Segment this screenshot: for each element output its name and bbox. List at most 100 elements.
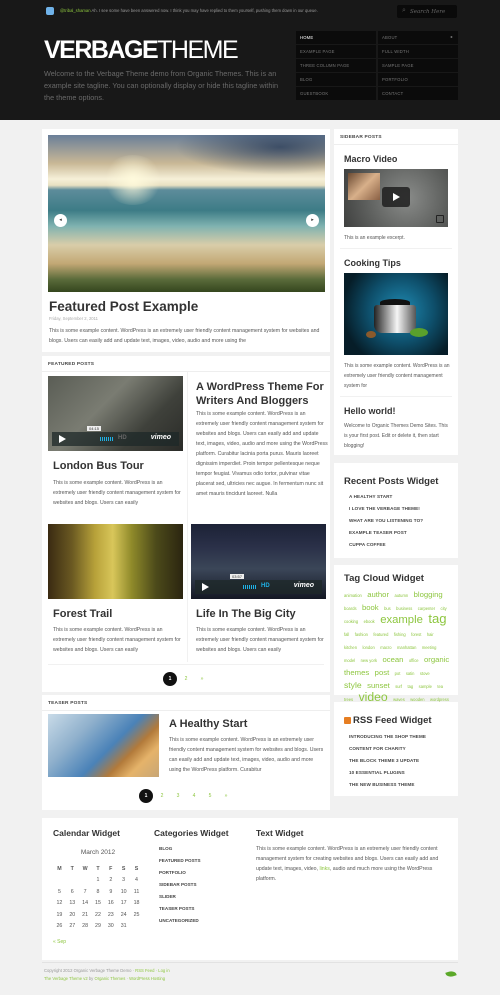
tweet-handle-link[interactable]: @tribal_shaman (60, 8, 91, 13)
post-thumbnail[interactable] (344, 273, 448, 355)
slider-next-button[interactable]: ▸ (306, 214, 319, 227)
video-thumbnail[interactable] (344, 169, 448, 227)
tag-link[interactable]: office (409, 658, 419, 663)
play-icon[interactable] (59, 435, 66, 443)
rss-item-link[interactable]: THE BLOCK THEME 3 UPDATE (349, 758, 426, 770)
tag-link[interactable]: blogging (414, 590, 443, 599)
tag-link[interactable]: bus (384, 606, 391, 611)
page-link[interactable]: 4 (187, 789, 201, 803)
next-page-link[interactable]: » (195, 672, 209, 686)
category-link[interactable]: FEATURED POSTS (159, 858, 201, 870)
tag-link[interactable]: author (367, 590, 389, 599)
tag-link[interactable]: ocean (382, 655, 403, 664)
tag-link[interactable]: ebook (364, 619, 375, 624)
recent-post-link[interactable]: I LOVE THE VERBAGE THEME! (349, 506, 423, 518)
tag-link[interactable]: hair (427, 632, 434, 637)
tag-link[interactable]: fishing (394, 632, 406, 637)
rss-item-link[interactable]: INTRODUCING THE SHOP THEME (349, 734, 426, 746)
wordpress-hosting-link[interactable]: WordPress Hosting (129, 976, 165, 981)
recent-post-link[interactable]: EXAMPLE TEASER POST (349, 530, 423, 542)
rss-icon[interactable] (344, 717, 351, 724)
nav-item-about[interactable]: ABOUT ▸ (378, 31, 458, 44)
category-link[interactable]: TEASER POSTS (159, 906, 201, 918)
tag-link[interactable]: featured (373, 632, 388, 637)
sidebar-post-title[interactable]: Cooking Tips (344, 258, 401, 268)
hd-toggle[interactable]: HD (261, 583, 270, 589)
video-thumbnail[interactable]: 04:15 HD vimeo (48, 376, 183, 451)
post-title[interactable]: A WordPress Theme For Writers And Blogge… (196, 380, 331, 408)
organic-themes-link[interactable]: Organic Themes (94, 976, 125, 981)
tag-link[interactable]: organic (424, 655, 449, 664)
video-progress[interactable] (243, 585, 257, 589)
nav-item-three-column-page[interactable]: THREE COLUMN PAGE (296, 59, 376, 72)
tag-link[interactable]: fashion (355, 632, 368, 637)
next-page-link[interactable]: » (219, 789, 233, 803)
post-title[interactable]: Life In The Big City (196, 608, 296, 620)
tag-link[interactable]: business (396, 606, 412, 611)
post-title[interactable]: London Bus Tour (53, 460, 144, 472)
tag-link[interactable]: meeting (422, 645, 437, 650)
page-link[interactable]: 2 (179, 672, 193, 686)
tag-link[interactable]: model (344, 658, 355, 663)
tag-link[interactable]: style (344, 680, 362, 690)
tag-link[interactable]: kitchen (344, 645, 357, 650)
category-link[interactable]: UNCATEGORIZED (159, 918, 201, 930)
teaser-title[interactable]: A Healthy Start (169, 718, 247, 730)
tag-link[interactable]: satin (406, 671, 415, 676)
tag-link[interactable]: tea (437, 684, 443, 689)
slider-prev-button[interactable]: ◂ (54, 214, 67, 227)
calendar-prev-link[interactable]: « Sep (53, 939, 66, 945)
video-progress[interactable] (100, 437, 114, 441)
search-icon[interactable]: ⌕ (402, 7, 406, 15)
text-widget-link[interactable]: links (319, 866, 329, 872)
tag-link[interactable]: themes (344, 668, 369, 677)
nav-item-portfolio[interactable]: PORTFOLIO (378, 73, 458, 86)
vimeo-logo[interactable]: vimeo (151, 434, 171, 441)
site-logo[interactable]: VERBAGETHEME (44, 36, 239, 64)
category-link[interactable]: BLOG (159, 846, 201, 858)
tag-link[interactable]: surf (395, 684, 402, 689)
vimeo-logo[interactable]: vimeo (294, 582, 314, 589)
tag-link[interactable]: london (362, 645, 374, 650)
play-icon[interactable] (202, 583, 209, 591)
nav-item-guestbook[interactable]: GUESTBOOK (296, 87, 376, 100)
page-link-current[interactable]: 1 (139, 789, 153, 803)
tag-link[interactable]: stove (420, 671, 430, 676)
tag-link[interactable]: cooking (344, 619, 358, 624)
tag-link[interactable]: macro (380, 645, 391, 650)
nav-item-contact[interactable]: CONTACT (378, 87, 458, 100)
category-link[interactable]: SIDEBAR POSTS (159, 882, 201, 894)
tag-link[interactable]: pot (395, 671, 401, 676)
tag-link[interactable]: autumn (394, 593, 408, 598)
video-thumbnail[interactable]: 03:57 HD vimeo (191, 524, 326, 599)
category-link[interactable]: SLIDER (159, 894, 201, 906)
nav-item-example-page[interactable]: EXAMPLE PAGE (296, 45, 376, 58)
nav-item-blog[interactable]: BLOG (296, 73, 376, 86)
tag-link[interactable]: tag (428, 611, 446, 626)
post-thumbnail[interactable] (48, 524, 183, 599)
fullscreen-icon[interactable] (436, 215, 444, 223)
rss-item-link[interactable]: CONTENT FOR CHARITY (349, 746, 426, 758)
page-link[interactable]: 5 (203, 789, 217, 803)
twitter-icon[interactable] (46, 7, 54, 15)
tag-link[interactable]: book (362, 603, 379, 612)
search-input[interactable] (410, 7, 454, 16)
tag-link[interactable]: forest (411, 632, 421, 637)
recent-post-link[interactable]: CUPPA COFFEE (349, 542, 423, 554)
page-link[interactable]: 3 (171, 789, 185, 803)
page-link-current[interactable]: 1 (163, 672, 177, 686)
play-button[interactable] (382, 187, 410, 207)
tag-link[interactable]: post (375, 668, 390, 677)
nav-item-full-width[interactable]: FULL WIDTH (378, 45, 458, 58)
slider-image-beach[interactable]: ◂ ▸ (48, 135, 325, 292)
post-title[interactable]: Forest Trail (53, 608, 112, 620)
nav-item-home[interactable]: HOME (296, 31, 376, 44)
featured-post-title[interactable]: Featured Post Example (49, 299, 198, 314)
tag-link[interactable]: sunset (367, 681, 390, 690)
recent-post-link[interactable]: A HEALTHY START (349, 494, 423, 506)
sidebar-post-title[interactable]: Hello world! (344, 406, 396, 416)
tag-link[interactable]: new york (361, 658, 377, 663)
theme-credit-link[interactable]: The Verbage Theme v2 (44, 976, 88, 981)
page-link[interactable]: 2 (155, 789, 169, 803)
tag-link[interactable]: tag (408, 684, 414, 689)
